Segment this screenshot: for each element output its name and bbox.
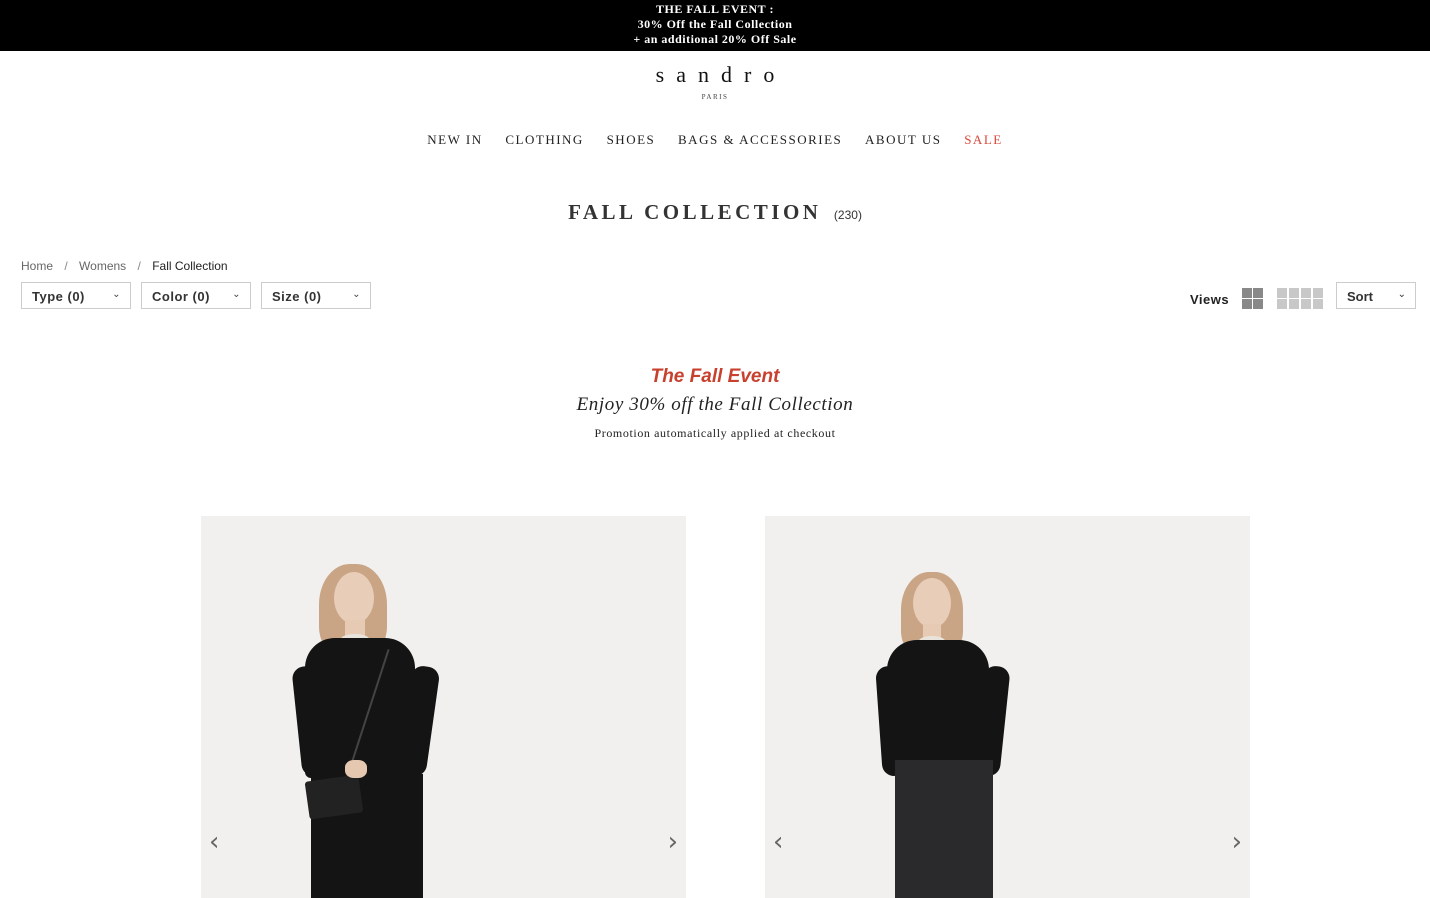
product-count: (230) bbox=[833, 208, 862, 222]
sort-dropdown[interactable]: Sort ⌄ bbox=[1336, 282, 1416, 309]
event-heading: The Fall Event bbox=[650, 366, 780, 387]
model-face bbox=[334, 572, 374, 624]
filter-type-label: Type (0) bbox=[32, 289, 85, 304]
carousel-prev-arrow-icon[interactable]: ‹ bbox=[773, 829, 783, 855]
views-label: Views bbox=[1190, 292, 1230, 307]
promo-line-1: THE FALL EVENT : bbox=[656, 2, 774, 16]
breadcrumb-separator: / bbox=[64, 259, 68, 273]
nav-item-bags-accessories[interactable]: BAGS & ACCESSORIES bbox=[678, 132, 842, 148]
breadcrumb-home[interactable]: Home bbox=[21, 259, 53, 273]
chevron-down-icon: ⌄ bbox=[1397, 289, 1406, 300]
chevron-down-icon: ⌄ bbox=[232, 289, 241, 300]
event-note: Promotion automatically applied at check… bbox=[594, 426, 836, 440]
brand-logo[interactable]: sandro PARIS bbox=[0, 62, 1430, 101]
carousel-next-arrow-icon[interactable]: › bbox=[1232, 829, 1242, 855]
promo-line-3: + an additional 20% Off Sale bbox=[633, 32, 797, 46]
nav-item-clothing[interactable]: CLOTHING bbox=[505, 132, 583, 148]
chevron-down-icon: ⌄ bbox=[352, 289, 361, 300]
event-subheading: Enjoy 30% off the Fall Collection bbox=[576, 394, 854, 415]
model-face bbox=[913, 578, 951, 628]
filter-size-label: Size (0) bbox=[272, 289, 322, 304]
product-card-image[interactable]: ‹ › bbox=[201, 516, 686, 898]
carousel-next-arrow-icon[interactable]: › bbox=[668, 829, 678, 855]
carousel-prev-arrow-icon[interactable]: ‹ bbox=[209, 829, 219, 855]
nav-item-about-us[interactable]: ABOUT US bbox=[865, 132, 941, 148]
promo-banner[interactable]: THE FALL EVENT : 30% Off the Fall Collec… bbox=[0, 0, 1430, 51]
filter-type-dropdown[interactable]: Type (0) ⌄ bbox=[21, 282, 131, 309]
page-title-text: FALL COLLECTION bbox=[568, 200, 822, 224]
breadcrumb-womens[interactable]: Womens bbox=[79, 259, 126, 273]
filter-color-dropdown[interactable]: Color (0) ⌄ bbox=[141, 282, 251, 309]
model-jeans bbox=[895, 760, 993, 898]
breadcrumb: Home / Womens / Fall Collection bbox=[21, 259, 228, 273]
model-bag bbox=[304, 774, 364, 820]
nav-item-sale[interactable]: SALE bbox=[964, 132, 1003, 148]
logo-subtitle: PARIS bbox=[701, 93, 729, 101]
grid-4-view-icon[interactable] bbox=[1277, 288, 1323, 309]
nav-item-shoes[interactable]: SHOES bbox=[607, 132, 656, 148]
model-hand bbox=[345, 760, 367, 778]
filter-color-label: Color (0) bbox=[152, 289, 210, 304]
page-title: FALL COLLECTION (230) bbox=[0, 200, 1430, 225]
chevron-down-icon: ⌄ bbox=[112, 289, 121, 300]
breadcrumb-current: Fall Collection bbox=[152, 259, 228, 273]
promo-line-2: 30% Off the Fall Collection bbox=[637, 17, 793, 31]
logo-wordmark: sandro bbox=[655, 62, 787, 87]
sort-label: Sort bbox=[1347, 289, 1373, 304]
filter-size-dropdown[interactable]: Size (0) ⌄ bbox=[261, 282, 371, 309]
main-nav: NEW IN CLOTHING SHOES BAGS & ACCESSORIES… bbox=[0, 132, 1430, 148]
event-banner: The Fall Event Enjoy 30% off the Fall Co… bbox=[0, 366, 1430, 441]
breadcrumb-separator: / bbox=[137, 259, 141, 273]
grid-2-view-icon[interactable] bbox=[1242, 288, 1263, 309]
product-card-image[interactable]: ‹ › bbox=[765, 516, 1250, 898]
nav-item-new-in[interactable]: NEW IN bbox=[427, 132, 482, 148]
